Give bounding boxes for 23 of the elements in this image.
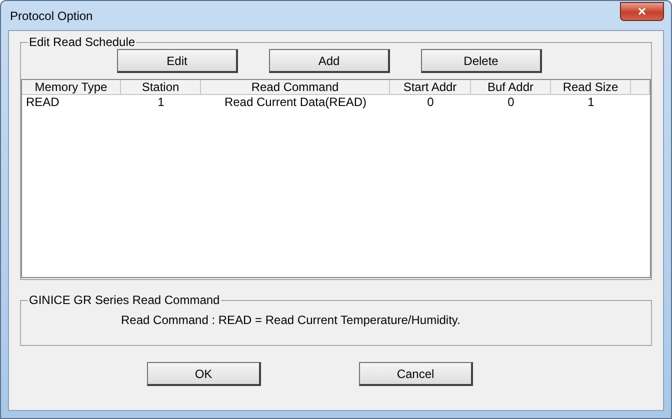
group-title: GINICE GR Series Read Command xyxy=(28,293,221,307)
info-text: Read Command : READ = Read Current Temperature/Humidity. xyxy=(121,313,462,327)
action-button[interactable]: Edit xyxy=(117,49,238,73)
table-cell-text: Read Current Data(READ) xyxy=(223,95,368,109)
column-header[interactable]: Buf Addr xyxy=(471,80,551,95)
table-cell-text: 0 xyxy=(426,95,435,109)
dialog-button[interactable]: OK xyxy=(147,362,261,386)
group-title: Edit Read Schedule xyxy=(28,35,136,49)
column-header[interactable]: Start Addr xyxy=(390,80,471,95)
close-button[interactable]: × xyxy=(620,2,664,20)
table-cell-text: READ xyxy=(25,95,60,109)
action-button[interactable]: Add xyxy=(269,49,390,73)
table-cell-text: 1 xyxy=(586,95,596,109)
table-cell-text: 0 xyxy=(506,95,516,109)
dialog-button[interactable]: Cancel xyxy=(359,362,473,386)
column-header[interactable]: Read Size xyxy=(551,80,631,95)
window-title: Protocol Option xyxy=(9,8,93,22)
column-header[interactable]: Memory Type xyxy=(22,80,121,95)
table-cell-text: 1 xyxy=(156,95,166,109)
action-button[interactable]: Delete xyxy=(421,49,542,73)
column-header[interactable]: Read Command xyxy=(201,80,390,95)
column-header[interactable]: Station xyxy=(121,80,201,95)
header-filler xyxy=(631,80,650,95)
